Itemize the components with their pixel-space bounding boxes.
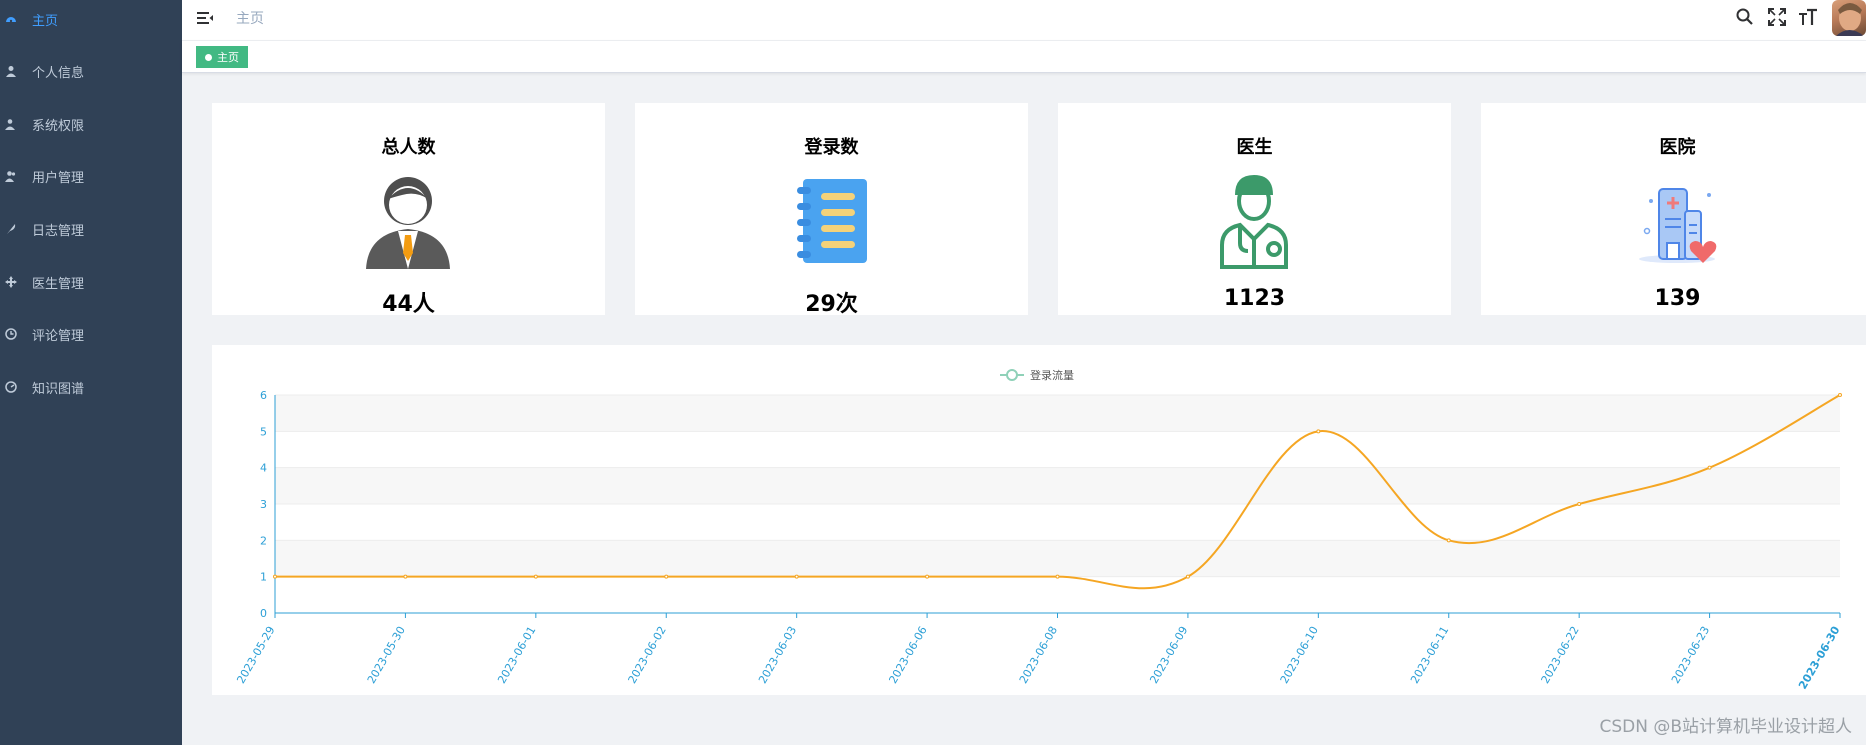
x-tick-label: 2023-05-29 <box>234 624 277 686</box>
sidebar-item-label: 个人信息 <box>32 65 85 81</box>
data-point <box>1055 574 1060 579</box>
y-tick-label: 6 <box>260 389 267 402</box>
card-value: 1123 <box>1223 286 1286 311</box>
sidebar-item-knowledge-graph[interactable]: 知识图谱 <box>0 369 182 405</box>
grid-band <box>275 395 1840 432</box>
avatar[interactable] <box>1832 0 1866 36</box>
x-tick-label: 2023-06-22 <box>1539 624 1582 686</box>
users-icon <box>4 169 18 183</box>
sidebar-item-profile[interactable]: 个人信息 <box>0 53 182 89</box>
breadcrumb[interactable]: 主页 <box>236 8 264 28</box>
card-value: 29次 <box>805 292 858 317</box>
person-icon <box>358 171 458 271</box>
watermark: CSDN @B站计算机毕业设计超人 <box>1599 717 1852 737</box>
x-tick-label: 2023-05-30 <box>365 624 408 686</box>
sidebar-item-label: 评论管理 <box>32 328 85 344</box>
doctor-icon <box>1204 171 1304 271</box>
card-value: 44人 <box>382 292 435 317</box>
sidebar-item-doctors[interactable]: 医生管理 <box>0 264 182 300</box>
grid-band <box>275 467 1840 504</box>
clock-icon <box>4 327 18 341</box>
data-point <box>925 574 930 579</box>
y-tick-label: 4 <box>260 462 267 475</box>
x-tick-label: 2023-06-06 <box>886 624 929 686</box>
grid-band <box>275 540 1840 577</box>
card-title: 登录数 <box>804 137 859 158</box>
user-shield-icon <box>4 117 18 131</box>
sidebar-item-permissions[interactable]: 系统权限 <box>0 106 182 142</box>
hospital-icon <box>1627 171 1727 271</box>
sidebar: 主页 个人信息 系统权限 用户管理 日志管理 医生管理 评论管理 知识图谱 <box>0 0 182 745</box>
tags-bar: 主页 <box>182 41 1866 73</box>
sidebar-item-label: 医生管理 <box>32 276 85 292</box>
gauge-icon <box>4 380 18 394</box>
font-size-icon[interactable] <box>1798 7 1818 27</box>
tag-label: 主页 <box>217 51 239 64</box>
y-tick-label: 0 <box>260 607 267 620</box>
y-tick-label: 2 <box>260 534 267 547</box>
sidebar-item-logs[interactable]: 日志管理 <box>0 211 182 247</box>
data-point <box>794 574 799 579</box>
move-icon <box>4 275 18 289</box>
stat-card-hospitals: 医院 139 <box>1481 103 1866 315</box>
active-dot-icon <box>205 53 212 61</box>
feather-icon <box>4 222 18 236</box>
x-tick-label: 2023-06-11 <box>1408 624 1451 686</box>
data-point <box>533 574 538 579</box>
sidebar-item-label: 用户管理 <box>32 170 85 186</box>
navbar: 主页 <box>182 0 1866 41</box>
data-point <box>403 574 408 579</box>
data-point <box>1446 538 1451 543</box>
x-tick-label: 2023-06-01 <box>495 624 538 686</box>
legend-marker <box>1006 369 1018 381</box>
card-title: 医生 <box>1236 137 1273 158</box>
data-point <box>273 574 277 579</box>
sidebar-item-users[interactable]: 用户管理 <box>0 158 182 194</box>
hamburger-icon[interactable] <box>196 9 214 27</box>
y-tick-label: 5 <box>260 425 267 438</box>
sidebar-item-label: 日志管理 <box>32 223 85 239</box>
x-tick-label: 2023-06-23 <box>1669 624 1712 686</box>
x-tick-label: 2023-06-03 <box>756 624 799 686</box>
stat-card-doctors: 医生 1123 <box>1058 103 1451 315</box>
search-icon[interactable] <box>1735 7 1755 27</box>
card-value: 139 <box>1654 286 1701 311</box>
y-tick-label: 3 <box>260 498 267 511</box>
notebook-icon <box>781 171 881 271</box>
x-tick-label: 2023-06-09 <box>1147 624 1190 686</box>
sidebar-item-label: 知识图谱 <box>32 381 85 397</box>
x-tick-label: 2023-06-08 <box>1017 624 1060 686</box>
user-icon <box>4 64 18 78</box>
y-tick-label: 1 <box>260 571 267 584</box>
sidebar-item-label: 主页 <box>32 13 59 29</box>
tag-home[interactable]: 主页 <box>196 46 248 68</box>
card-title: 医院 <box>1659 137 1696 158</box>
data-point <box>1707 465 1712 470</box>
x-tick-label: 2023-06-10 <box>1278 624 1321 686</box>
login-traffic-chart: 0 1 2 3 4 5 6 2023-05-29 2023-05-30 2023-06-01 202… <box>212 345 1866 695</box>
data-point <box>664 574 669 579</box>
legend-label: 登录流量 <box>1030 368 1074 382</box>
data-point <box>1185 574 1190 579</box>
data-point <box>1838 393 1842 397</box>
sidebar-item-comments[interactable]: 评论管理 <box>0 316 182 352</box>
stat-card-total-users: 总人数 44人 <box>212 103 605 317</box>
data-point <box>1577 502 1582 506</box>
x-tick-label: 2023-06-30 <box>1796 624 1843 692</box>
sidebar-item-home[interactable]: 主页 <box>0 1 182 37</box>
card-title: 总人数 <box>381 137 436 158</box>
dashboard-icon <box>4 12 18 26</box>
data-point <box>1316 429 1321 434</box>
fullscreen-icon[interactable] <box>1767 7 1787 27</box>
sidebar-item-label: 系统权限 <box>32 118 85 134</box>
chart-svg: 0 1 2 3 4 5 6 2023-05-29 2023-05-30 2023-06-01 202… <box>234 368 1843 692</box>
stat-card-logins: 登录数 29次 <box>635 103 1028 317</box>
x-tick-label: 2023-06-02 <box>626 624 669 686</box>
